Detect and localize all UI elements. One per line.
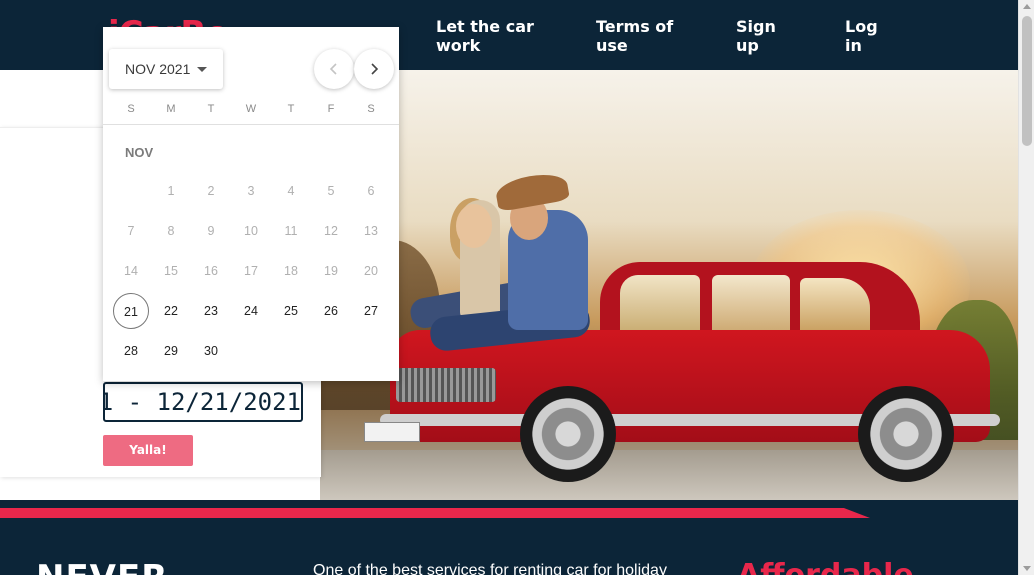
car-wheel — [858, 386, 954, 482]
calendar-day[interactable]: 22 — [153, 293, 189, 329]
next-month-button[interactable] — [354, 49, 394, 89]
calendar-day: 17 — [244, 264, 258, 278]
weekday-label: W — [245, 103, 257, 115]
calendar-day: 19 — [324, 264, 338, 278]
weekday-label: M — [166, 103, 176, 115]
car-plate — [364, 422, 420, 442]
calendar-day: 12 — [324, 224, 338, 238]
date-range-input[interactable]: 12/21/2021 - 12/21/2021 — [103, 382, 303, 422]
calendar-day: 15 — [164, 264, 178, 278]
section-accent-title: Affordable — [737, 558, 914, 575]
weekday-label: T — [287, 103, 295, 115]
scroll-thumb[interactable] — [1022, 16, 1032, 146]
scroll-up-arrow-icon[interactable] — [1023, 4, 1031, 9]
nav-link-let-the-car-work[interactable]: Let the car work — [436, 17, 534, 55]
hero-car-photo — [320, 70, 1018, 502]
calendar-day: 18 — [284, 264, 298, 278]
scroll-down-arrow-icon[interactable] — [1023, 566, 1031, 571]
search-submit-button[interactable]: Yalla! — [103, 435, 193, 466]
month-year-select[interactable]: NOV 2021 — [109, 49, 223, 89]
page: iCarRo Let the car work Terms of use Sig… — [0, 0, 1034, 575]
calendar-day: 10 — [244, 224, 258, 238]
calendar-day: 8 — [167, 224, 175, 238]
calendar-day: 1 — [167, 184, 175, 198]
weekday-label: S — [367, 103, 375, 115]
prev-month-button[interactable] — [314, 49, 354, 89]
car-window — [712, 275, 790, 337]
month-year-label: NOV 2021 — [125, 61, 191, 77]
calendar-day: 5 — [327, 184, 335, 198]
calendar-day: 16 — [204, 264, 218, 278]
calendar-day: 6 — [367, 184, 375, 198]
nav-link-log-in[interactable]: Log in — [845, 17, 878, 55]
calendar-day: 4 — [287, 184, 295, 198]
calendar-day: 13 — [364, 224, 378, 238]
feature-section: NEVER One of the best services for renti… — [0, 500, 1018, 575]
calendar-day[interactable]: 25 — [273, 293, 309, 329]
calendar-day[interactable]: 27 — [353, 293, 389, 329]
calendar-day[interactable]: 29 — [153, 333, 189, 369]
calendar-day[interactable]: 24 — [233, 293, 269, 329]
cowboy-hat — [493, 169, 571, 213]
calendar-day[interactable]: 30 — [193, 333, 229, 369]
car-window — [620, 275, 700, 337]
calendar-day: 20 — [364, 264, 378, 278]
section-text: One of the best services for renting car… — [313, 562, 667, 575]
nav-link-terms-of-use[interactable]: Terms of use — [596, 17, 673, 55]
car-window — [800, 278, 870, 336]
calendar-day: 2 — [207, 184, 215, 198]
caret-down-icon — [197, 67, 207, 72]
calendar-day: 9 — [207, 224, 215, 238]
calendar-day: 11 — [284, 224, 298, 238]
chevron-right-icon — [371, 63, 379, 75]
person-head — [456, 204, 492, 248]
weekday-label: S — [127, 103, 135, 115]
nav-link-sign-up[interactable]: Sign up — [736, 17, 776, 55]
calendar-divider — [103, 124, 399, 125]
calendar-day-today[interactable]: 21 — [113, 293, 149, 329]
calendar-day: 14 — [124, 264, 138, 278]
car-grille — [396, 368, 496, 402]
page-scrollbar[interactable] — [1018, 0, 1034, 575]
calendar-day: 7 — [127, 224, 135, 238]
calendar-day[interactable]: 23 — [193, 293, 229, 329]
red-stripe — [0, 508, 870, 518]
car-wheel — [520, 386, 616, 482]
weekday-label: F — [327, 103, 335, 115]
calendar-day: 3 — [247, 184, 255, 198]
calendar-day[interactable]: 26 — [313, 293, 349, 329]
section-title: NEVER — [36, 558, 168, 575]
calendar-month-label: NOV — [125, 145, 154, 160]
weekday-label: T — [207, 103, 215, 115]
date-range-value: 12/21/2021 - 12/21/2021 — [105, 388, 301, 416]
date-picker-popup: NOV 2021 S M T W T F S NOV 1 2 3 4 5 6 7 8 9 10 11… — [103, 27, 399, 381]
calendar-day[interactable]: 28 — [113, 333, 149, 369]
chevron-left-icon — [329, 63, 337, 75]
